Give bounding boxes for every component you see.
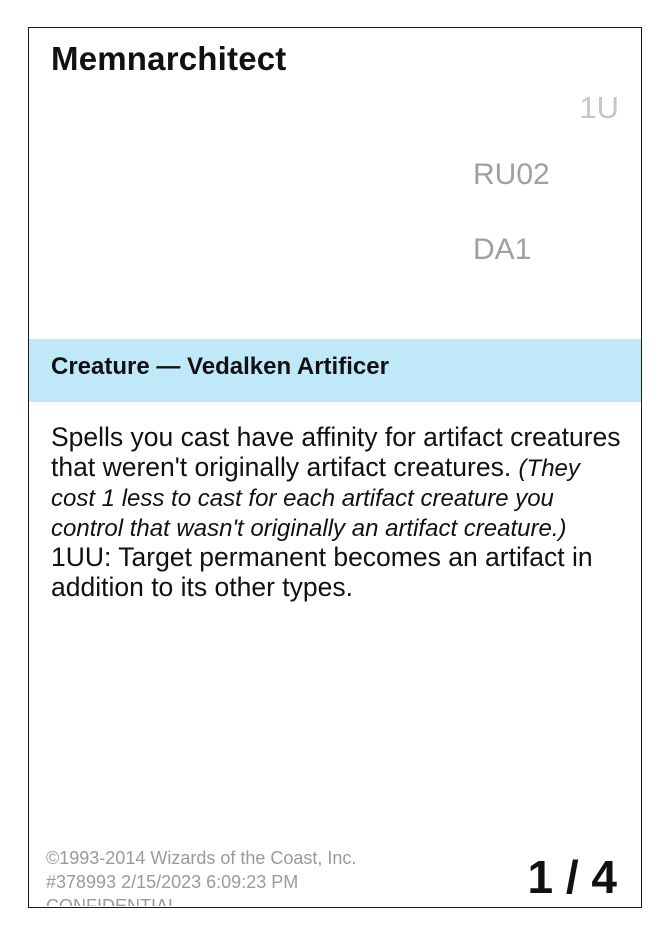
type-line: Creature — Vedalken Artificer [51,353,389,380]
card-code-2: DA1 [473,233,532,266]
confidential-line: CONFIDENTIAL [46,896,179,906]
page-count: 1 / 4 [527,851,617,903]
legal-text: ©1993-2014 Wizards of the Coast, Inc. #3… [46,846,356,906]
copyright-line: ©1993-2014 Wizards of the Coast, Inc. [46,848,357,868]
card-code-1: RU02 [473,158,550,191]
rules-paragraph-ability: 1UU: Target permanent becomes an artifac… [51,542,593,602]
rules-paragraph-affinity: Spells you cast have affinity for artifa… [51,422,621,542]
type-line-bar: Creature — Vedalken Artificer [29,339,641,402]
rules-text-box: Spells you cast have affinity for artifa… [51,422,621,602]
card-name: Memnarchitect [51,40,287,77]
mana-cost: 1U [579,90,619,125]
card-frame: Memnarchitect 1U RU02 DA1 Creature — Ved… [28,27,642,908]
print-stamp-line: #378993 2/15/2023 6:09:23 PM [46,872,299,892]
